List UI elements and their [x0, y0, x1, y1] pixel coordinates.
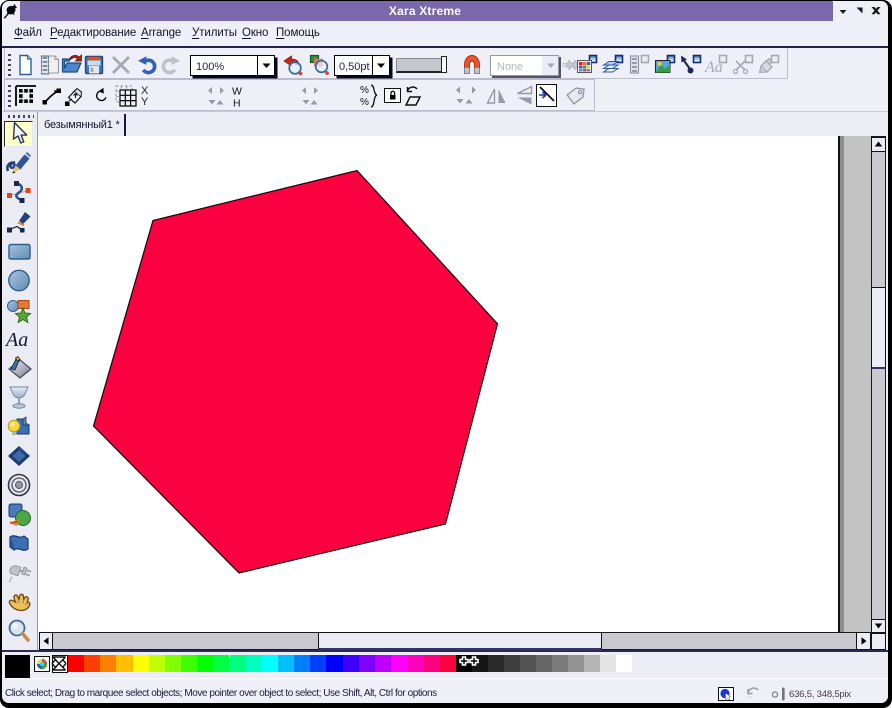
svg-text:%: %	[360, 85, 369, 96]
svg-text:Aa: Aa	[4, 329, 28, 351]
svg-text:%: %	[360, 97, 369, 108]
svg-text:H: H	[233, 98, 241, 110]
svg-text:Aa: Aa	[704, 59, 723, 76]
svg-text:W: W	[232, 86, 242, 98]
